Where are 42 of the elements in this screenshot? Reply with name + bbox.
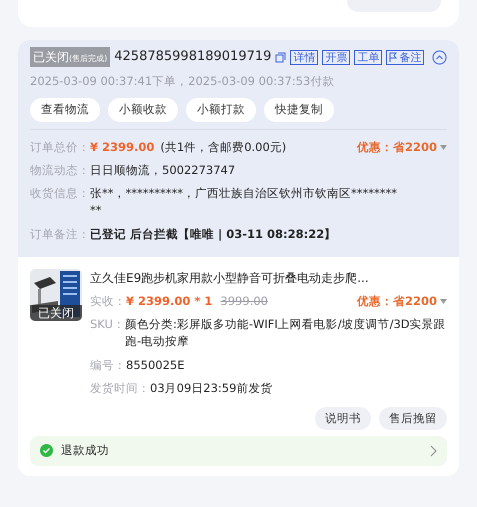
field-value: 日日顺物流，5002273747: [90, 162, 236, 179]
field-value: 03月09日23:59前发货: [150, 380, 272, 397]
link-button[interactable]: 工单: [354, 50, 382, 64]
action-button[interactable]: 说明书: [315, 407, 371, 430]
field-label: 订单总价：: [30, 138, 90, 156]
order-times: 2025-03-09 00:37:41下单，2025-03-09 00:37:53付款: [30, 73, 336, 90]
field-label: 物流动态：: [30, 162, 90, 179]
action-button[interactable]: 售后挽留: [379, 407, 447, 430]
flag-icon: [389, 52, 398, 62]
link-button[interactable]: 详情: [290, 50, 318, 64]
link-button[interactable]: 备注: [386, 50, 424, 64]
field-label: 订单备注：: [30, 226, 90, 242]
order-number: 4258785998189019719: [114, 48, 272, 66]
field-label: 发货时间：: [90, 380, 150, 397]
caret-icon: [440, 298, 447, 304]
total-detail: (共1件，含邮费0.00元): [160, 138, 286, 156]
field-value: 张**，**********，广西壮族自治区钦州市钦南区**********: [90, 185, 398, 220]
check-icon: [40, 444, 53, 458]
total-price: ¥ 2399.00: [90, 138, 154, 156]
image-badge: 已关闭: [30, 304, 82, 321]
link-button[interactable]: 开票: [322, 50, 350, 64]
field-label: SKU：: [90, 316, 125, 333]
field-label: 编号：: [90, 356, 126, 374]
status-tag: 已关闭(售后完成): [30, 47, 110, 67]
copy-icon[interactable]: [275, 52, 286, 62]
product-price: ¥ 2399.00 * 1: [126, 292, 212, 310]
field-value: 已登记 后台拦截【唯唯 | 03-11 08:28:22】: [90, 226, 338, 243]
field-value: 8550025E: [126, 356, 184, 374]
product-title[interactable]: 立久佳E9跑步机家用款小型静音可折叠电动走步爬...: [90, 268, 447, 287]
collapse-icon[interactable]: [432, 50, 448, 64]
original-price: 3999.00: [220, 292, 268, 310]
caret-icon: [440, 144, 447, 150]
field-label: 实收：: [90, 292, 126, 310]
action-button[interactable]: 小额打款: [186, 98, 256, 122]
chevron-icon: [430, 444, 437, 457]
action-button[interactable]: 查看物流: [30, 98, 100, 122]
refund-status: 退款成功: [61, 442, 109, 460]
action-button[interactable]: 小额收款: [108, 98, 178, 122]
field-value: 颜色分类:彩屏版多功能-WIFI上网看电影/坡度调节/3D实景跟跑-电动按摩: [124, 316, 447, 350]
action-button[interactable]: 快捷复制: [264, 98, 334, 122]
refund-status-bar[interactable]: 退款成功: [30, 436, 447, 466]
field-label: 收货信息：: [30, 185, 90, 202]
